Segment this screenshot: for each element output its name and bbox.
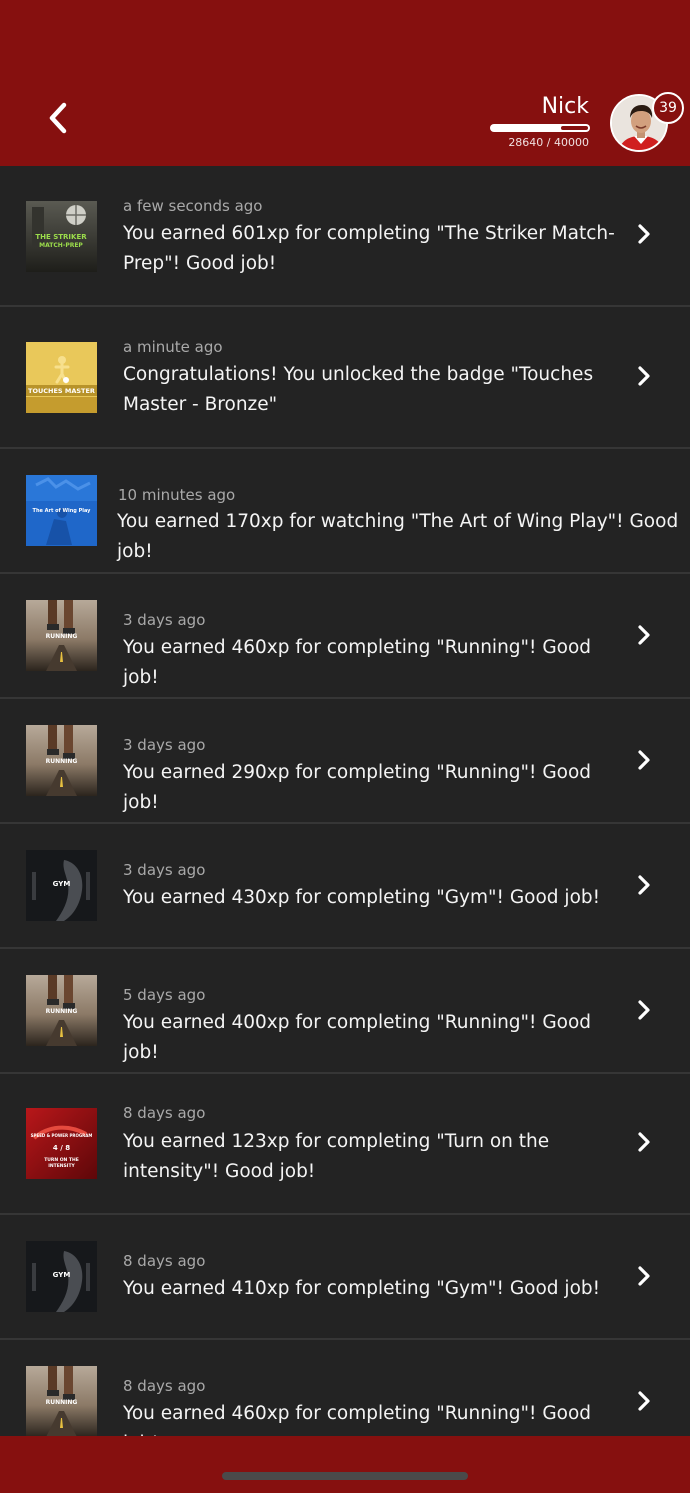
intensity-thumb-image: SPEED & POWER PROGRAM 4 / 8 TURN ON THEINT… xyxy=(26,1108,97,1179)
running-thumb: RUNNING xyxy=(26,725,97,796)
notification-message: Congratulations! You unlocked the badge … xyxy=(123,364,594,415)
notification-item[interactable]: RUNNING 3 days ago You earned 290xp for co… xyxy=(0,699,690,824)
app-header: Nick 28640 / 40000 39 xyxy=(0,0,690,166)
badge-thumb: TOUCHES MASTER xyxy=(26,342,97,413)
notification-message: You earned 170xp for watching "The Art o… xyxy=(117,511,679,562)
wingplay-thumb: The Art of Wing Play xyxy=(26,475,97,546)
notification-time: 8 days ago xyxy=(123,1252,206,1270)
notification-item[interactable]: RUNNING 8 days ago You earned 460xp for co… xyxy=(0,1340,690,1436)
gym-thumb: GYM xyxy=(26,850,97,921)
notification-time: 3 days ago xyxy=(123,861,206,879)
striker-thumb: THE STRIKER MATCH-PREP xyxy=(26,201,97,272)
bottom-bar xyxy=(0,1436,690,1493)
notification-message: You earned 290xp for completing "Running… xyxy=(123,762,592,813)
xp-progress-remaining xyxy=(561,126,588,130)
notification-time: 3 days ago xyxy=(123,736,206,754)
notification-item[interactable]: GYM 3 days ago You earned 430xp for comple… xyxy=(0,824,690,949)
notification-item[interactable]: GYM 8 days ago You earned 410xp for comple… xyxy=(0,1215,690,1340)
badge-thumb-image: TOUCHES MASTER xyxy=(26,342,97,413)
home-indicator[interactable] xyxy=(222,1472,468,1480)
chevron-right-icon[interactable] xyxy=(632,1264,656,1288)
chevron-right-glyph xyxy=(638,224,650,244)
gym-thumb-image: GYM xyxy=(26,850,97,921)
running-thumb: RUNNING xyxy=(26,1366,97,1436)
notification-item[interactable]: TOUCHES MASTER a minute ago Congratulation… xyxy=(0,307,690,449)
xp-text: 28640 / 40000 xyxy=(508,136,589,149)
chevron-right-glyph xyxy=(638,366,650,386)
chevron-right-glyph xyxy=(638,1132,650,1152)
notification-message: You earned 460xp for completing "Running… xyxy=(123,637,592,688)
running-thumb-image: RUNNING xyxy=(26,600,97,671)
notification-time: a few seconds ago xyxy=(123,197,263,215)
notification-time: 3 days ago xyxy=(123,611,206,629)
chevron-right-icon[interactable] xyxy=(632,1389,656,1413)
svg-text:RUNNING: RUNNING xyxy=(46,758,78,765)
chevron-right-glyph xyxy=(638,1266,650,1286)
chevron-right-icon[interactable] xyxy=(632,998,656,1022)
running-thumb-image: RUNNING xyxy=(26,725,97,796)
notification-message: You earned 460xp for completing "Running… xyxy=(123,1403,592,1436)
svg-text:RUNNING: RUNNING xyxy=(46,1008,78,1015)
chevron-right-glyph xyxy=(638,875,650,895)
svg-text:THE STRIKER: THE STRIKER xyxy=(35,233,87,241)
notification-item[interactable]: The Art of Wing Play 10 minutes ago You ea… xyxy=(0,449,690,574)
notification-time: 8 days ago xyxy=(123,1104,206,1122)
running-thumb-image: RUNNING xyxy=(26,1366,97,1436)
chevron-right-icon[interactable] xyxy=(632,364,656,388)
chevron-right-icon[interactable] xyxy=(632,873,656,897)
svg-text:GYM: GYM xyxy=(53,880,71,888)
svg-text:TURN ON THE: TURN ON THE xyxy=(44,1157,79,1163)
chevron-right-glyph xyxy=(638,1000,650,1020)
running-thumb: RUNNING xyxy=(26,975,97,1046)
intensity-thumb: SPEED & POWER PROGRAM 4 / 8 TURN ON THE INT… xyxy=(26,1108,97,1179)
notification-message: You earned 410xp for completing "Gym"! G… xyxy=(123,1278,601,1299)
xp-progress-bar xyxy=(490,124,590,132)
svg-text:INTENSITY: INTENSITY xyxy=(48,1163,75,1169)
gym-thumb-image: GYM xyxy=(26,1241,97,1312)
notification-item[interactable]: THE STRIKER MATCH-PREP a few seconds ago Yo… xyxy=(0,166,690,307)
chevron-left-icon xyxy=(49,102,67,134)
chevron-right-icon[interactable] xyxy=(632,1130,656,1154)
user-name: Nick xyxy=(541,94,589,119)
svg-text:MATCH-PREP: MATCH-PREP xyxy=(39,242,83,249)
svg-text:The Art of Wing Play: The Art of Wing Play xyxy=(33,508,92,514)
svg-text:TOUCHES MASTER: TOUCHES MASTER xyxy=(28,387,95,395)
notification-item[interactable]: RUNNING 5 days ago You earned 400xp for co… xyxy=(0,949,690,1074)
notifications-list: THE STRIKER MATCH-PREP a few seconds ago Yo… xyxy=(0,166,690,1436)
chevron-right-icon[interactable] xyxy=(632,623,656,647)
notification-message: You earned 430xp for completing "Gym"! G… xyxy=(123,887,601,908)
running-thumb-image: RUNNING xyxy=(26,975,97,1046)
striker-thumb-image: THE STRIKERMATCH-PREP xyxy=(26,201,97,272)
notification-time: 5 days ago xyxy=(123,986,206,1004)
svg-text:GYM: GYM xyxy=(53,1271,71,1279)
gym-thumb: GYM xyxy=(26,1241,97,1312)
notification-item[interactable]: SPEED & POWER PROGRAM 4 / 8 TURN ON THE INT… xyxy=(0,1074,690,1215)
level-badge: 39 xyxy=(652,92,684,124)
notification-message: You earned 123xp for completing "Turn on… xyxy=(123,1131,550,1182)
running-thumb: RUNNING xyxy=(26,600,97,671)
chevron-right-glyph xyxy=(638,1391,650,1411)
notification-item[interactable]: RUNNING 3 days ago You earned 460xp for co… xyxy=(0,574,690,699)
back-button[interactable] xyxy=(36,96,80,140)
chevron-right-icon[interactable] xyxy=(632,748,656,772)
notification-time: a minute ago xyxy=(123,338,223,356)
svg-text:RUNNING: RUNNING xyxy=(46,633,78,640)
notification-time: 10 minutes ago xyxy=(118,486,236,504)
wingplay-thumb-image: The Art of Wing Play xyxy=(26,475,97,546)
notification-time: 8 days ago xyxy=(123,1377,206,1395)
notification-message: You earned 400xp for completing "Running… xyxy=(123,1012,592,1063)
chevron-right-glyph xyxy=(638,625,650,645)
svg-text:4 / 8: 4 / 8 xyxy=(53,1144,70,1152)
notification-message: You earned 601xp for completing "The Str… xyxy=(123,223,615,274)
chevron-right-glyph xyxy=(638,750,650,770)
svg-text:RUNNING: RUNNING xyxy=(46,1399,78,1406)
svg-text:SPEED & POWER PROGRAM: SPEED & POWER PROGRAM xyxy=(31,1133,93,1138)
chevron-right-icon[interactable] xyxy=(632,222,656,246)
